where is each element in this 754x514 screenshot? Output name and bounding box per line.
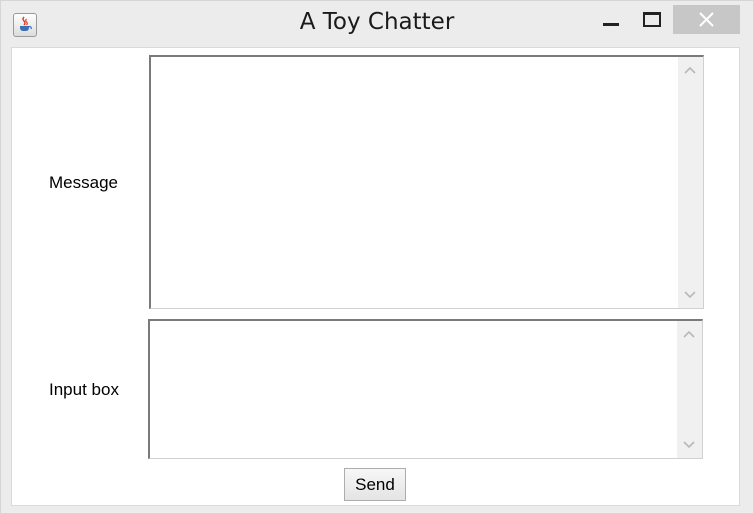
message-scrollbar[interactable] — [678, 57, 703, 308]
scroll-down-icon[interactable] — [683, 441, 695, 449]
input-scrollbar[interactable] — [677, 321, 702, 458]
content-panel: Message Input box Send — [11, 47, 740, 506]
send-button[interactable]: Send — [344, 468, 406, 501]
input-box[interactable] — [148, 319, 703, 459]
message-area[interactable] — [149, 55, 704, 309]
scroll-down-icon[interactable] — [684, 291, 696, 299]
java-cup-icon[interactable] — [13, 13, 37, 37]
maximize-button[interactable] — [633, 5, 671, 35]
scroll-up-icon[interactable] — [683, 330, 695, 338]
minimize-icon — [603, 23, 619, 26]
message-label: Message — [49, 173, 118, 192]
maximize-icon — [643, 12, 661, 27]
scroll-up-icon[interactable] — [684, 66, 696, 74]
minimize-button[interactable] — [591, 5, 631, 35]
title-bar[interactable]: A Toy Chatter — [1, 1, 753, 47]
input-box-label: Input box — [49, 380, 119, 399]
close-button[interactable] — [673, 5, 740, 34]
close-icon — [699, 12, 714, 27]
app-window: A Toy Chatter Message Input box Send — [0, 0, 754, 514]
